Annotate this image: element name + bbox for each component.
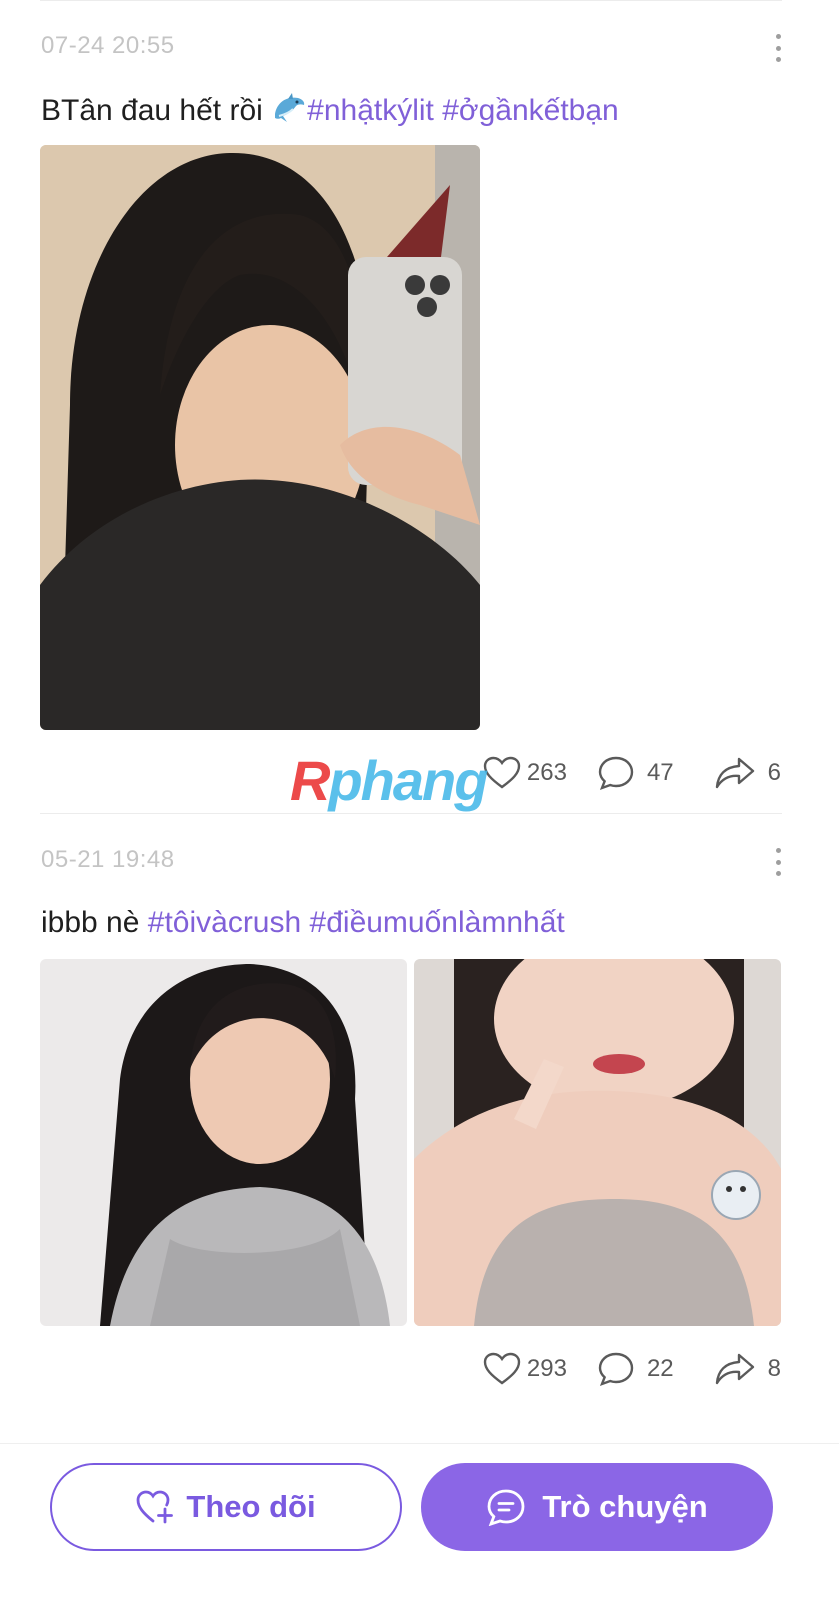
post-actions: 293 22 8 bbox=[483, 1351, 781, 1387]
hashtag-link[interactable]: #ởgầnkếtbạn bbox=[442, 94, 618, 127]
comment-icon bbox=[598, 1352, 634, 1387]
hashtag-link[interactable]: #tôivàcrush bbox=[148, 906, 301, 939]
comment-count: 22 bbox=[646, 1355, 674, 1382]
heart-icon bbox=[483, 756, 521, 789]
share-icon bbox=[715, 1353, 754, 1385]
follow-button[interactable]: Theo dõi bbox=[50, 1463, 402, 1551]
chat-button[interactable]: Trò chuyện bbox=[421, 1463, 773, 1551]
chat-bubble-icon bbox=[487, 1489, 525, 1526]
hashtag-link[interactable]: #điềumuốnlàmnhất bbox=[310, 906, 565, 939]
post-card: 05-21 19:48 ibbb nè #tôivàcrush #điềumuố… bbox=[0, 814, 839, 1434]
post-timestamp: 07-24 20:55 bbox=[41, 32, 175, 59]
photo-closeup bbox=[414, 959, 781, 1326]
dolphin-emoji-icon bbox=[275, 93, 305, 122]
hashtag-link[interactable]: #nhậtkýlit bbox=[307, 94, 434, 127]
post-caption: BTân đau hết rồi #nhậtkýlit #ởgầnkếtbạn bbox=[41, 92, 619, 128]
bottom-action-bar: Theo dõi Trò chuyện bbox=[0, 1443, 839, 1600]
comment-icon bbox=[598, 756, 634, 791]
post-photo[interactable] bbox=[414, 959, 781, 1326]
photo-portrait bbox=[40, 959, 407, 1326]
chat-label: Trò chuyện bbox=[542, 1489, 708, 1524]
heart-plus-icon bbox=[137, 1490, 174, 1524]
like-count: 293 bbox=[526, 1355, 567, 1382]
like-button[interactable]: 263 bbox=[483, 756, 567, 790]
follow-label: Theo dõi bbox=[186, 1489, 316, 1524]
post-caption: ibbb nè #tôivàcrush #điềumuốnlàmnhất bbox=[41, 906, 565, 940]
share-icon bbox=[715, 757, 754, 789]
comment-count: 47 bbox=[646, 759, 674, 786]
comment-button[interactable]: 47 bbox=[597, 755, 674, 791]
photo-selfie-mirror bbox=[40, 145, 480, 730]
like-count: 263 bbox=[526, 759, 567, 786]
caption-text: ibbb nè bbox=[41, 906, 148, 939]
post-photo[interactable] bbox=[40, 145, 480, 730]
caption-text: BTân đau hết rồi bbox=[41, 94, 272, 127]
like-button[interactable]: 293 bbox=[483, 1352, 567, 1386]
share-button[interactable]: 6 bbox=[714, 756, 781, 790]
post-card: 07-24 20:55 BTân đau hết rồi #nhậtkýlit … bbox=[0, 0, 839, 813]
comment-button[interactable]: 22 bbox=[597, 1351, 674, 1387]
post-photo[interactable] bbox=[40, 959, 407, 1326]
heart-icon bbox=[483, 1352, 521, 1385]
share-count: 6 bbox=[767, 759, 781, 786]
watermark-logo: Rphang bbox=[290, 749, 488, 812]
more-options-icon[interactable] bbox=[770, 34, 786, 62]
post-actions: 263 47 6 bbox=[483, 755, 781, 791]
share-count: 8 bbox=[767, 1355, 781, 1382]
post-timestamp: 05-21 19:48 bbox=[41, 846, 175, 873]
share-button[interactable]: 8 bbox=[714, 1352, 781, 1386]
more-options-icon[interactable] bbox=[770, 848, 786, 876]
